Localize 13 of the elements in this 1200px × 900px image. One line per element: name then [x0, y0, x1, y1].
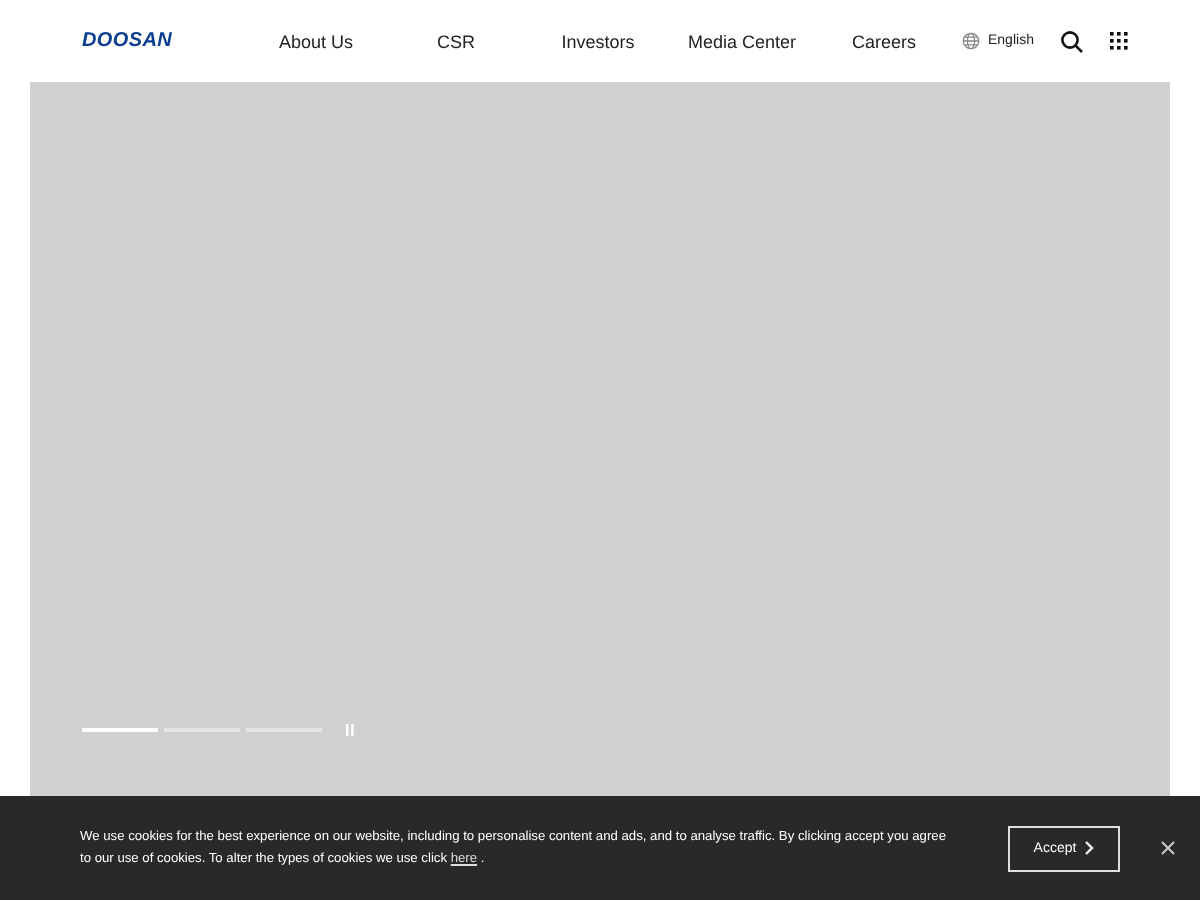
slide-indicator[interactable] — [82, 728, 158, 732]
globe-icon — [962, 32, 980, 50]
chevron-right-icon — [1084, 840, 1095, 856]
nav-link[interactable]: About Us — [246, 31, 386, 51]
pause-icon[interactable] — [346, 724, 354, 736]
close-icon[interactable] — [1160, 840, 1176, 856]
nav-link[interactable]: CSR — [386, 31, 526, 51]
menu-grid-icon[interactable] — [1109, 32, 1128, 50]
nav-link[interactable]: Careers — [814, 31, 954, 51]
nav-link[interactable]: Media Center — [670, 31, 814, 51]
doosan-logo[interactable]: DOOSAN — [82, 30, 246, 52]
search-icon[interactable] — [1059, 29, 1084, 53]
nav-link[interactable]: Investors — [526, 31, 670, 51]
